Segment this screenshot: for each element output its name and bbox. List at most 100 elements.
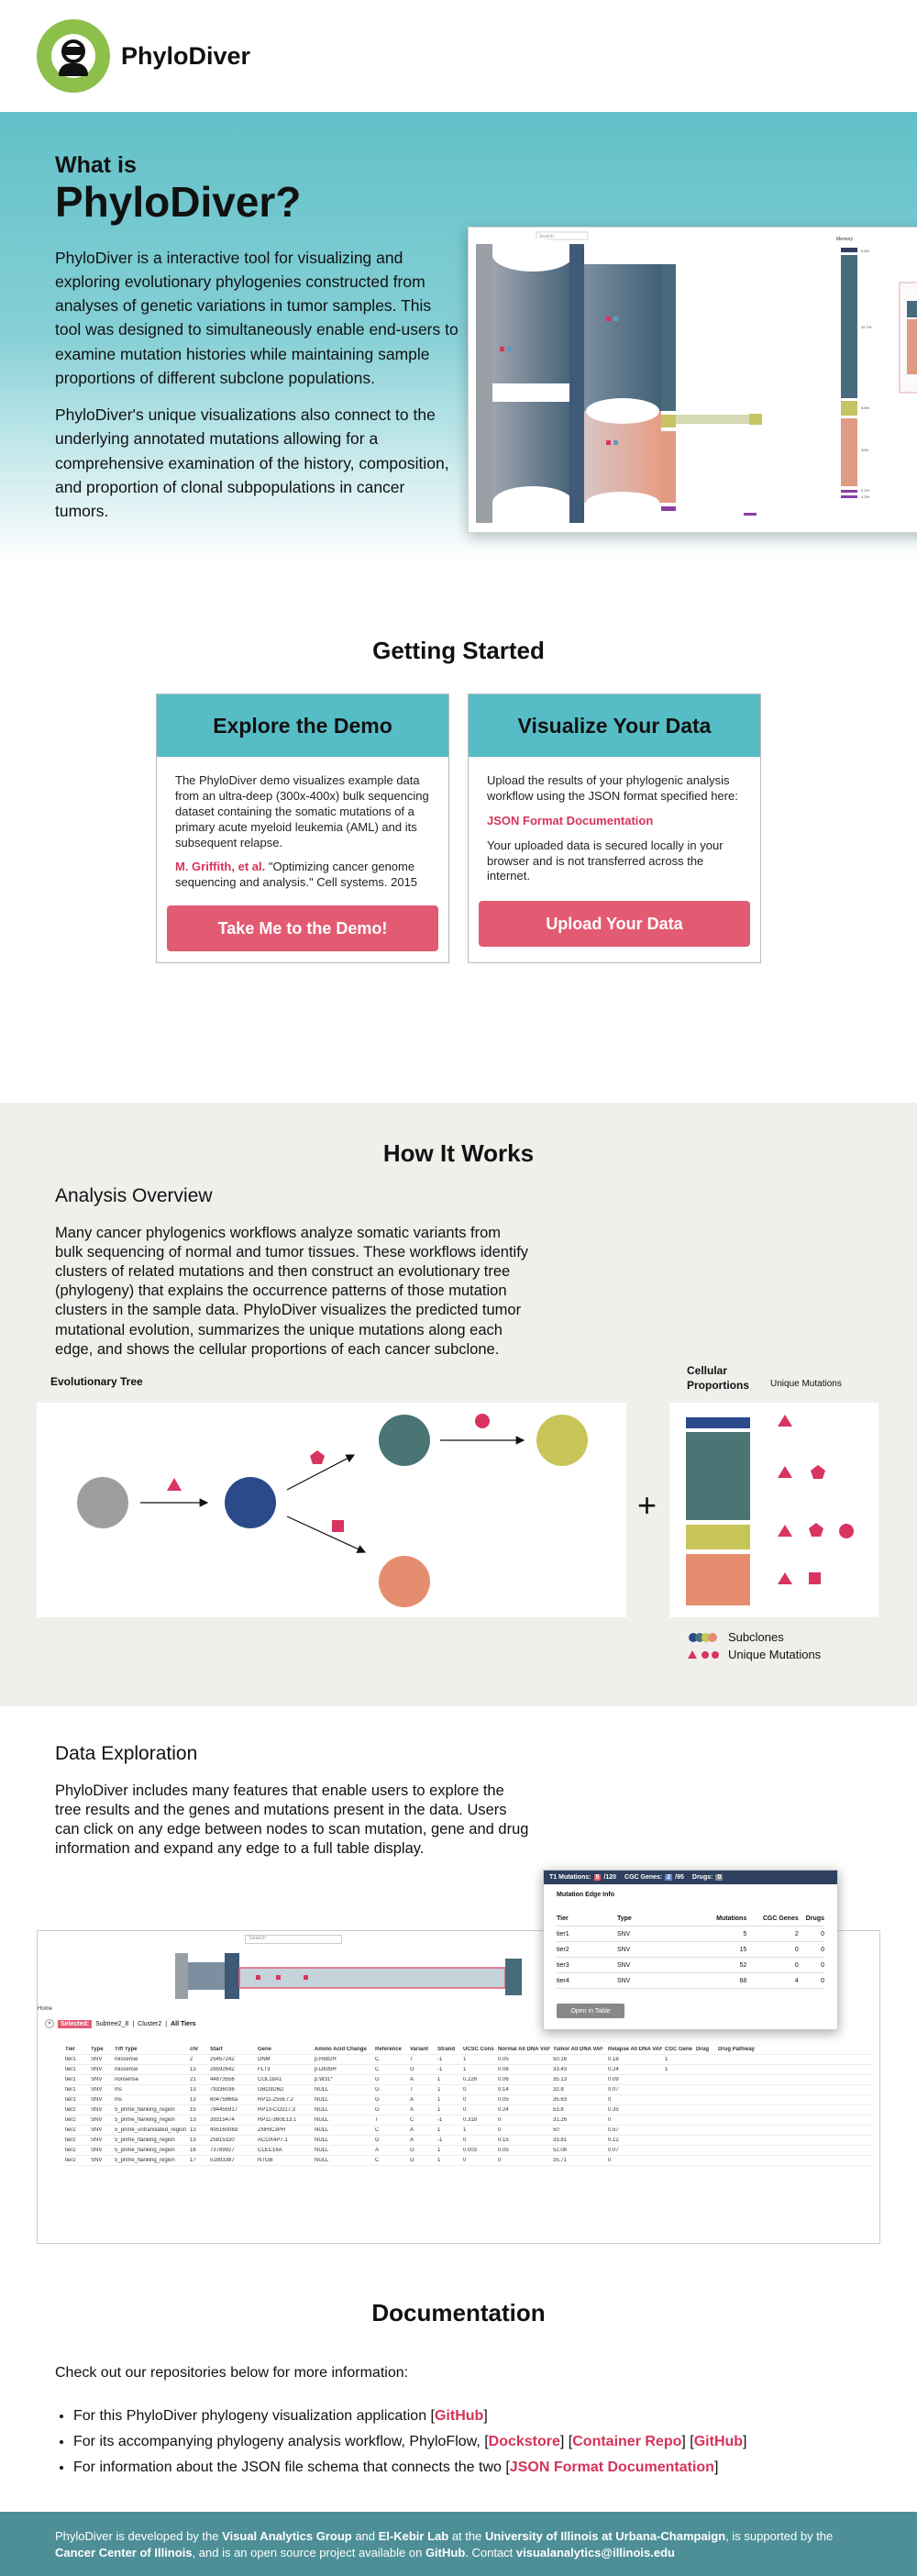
popup-cell: 0	[821, 1961, 825, 1969]
popup-cell: 0	[794, 1946, 799, 1953]
popup-cell: tier3	[557, 1961, 569, 1969]
brand-name[interactable]: PhyloDiver	[121, 42, 250, 71]
table-header-cell: UCSC Cons	[463, 2047, 494, 2052]
table-cell: 0.05	[498, 2148, 509, 2153]
circle-mutation-icon	[475, 1414, 490, 1428]
table-cell: ms	[115, 2087, 122, 2093]
table-row[interactable]: tier2 SNV 5_prime_flanking_region 13 3931547…	[65, 2115, 872, 2126]
table-cell: 25815330	[210, 2137, 235, 2143]
phylodiver-logo-icon[interactable]	[37, 19, 110, 93]
schema-doc-link[interactable]: JSON Format Documentation	[510, 2459, 714, 2475]
table-header-cell: Tier	[65, 2047, 75, 2052]
table-cell: NULL	[315, 2127, 329, 2133]
table-cell: missense	[115, 2057, 138, 2062]
popup-cell: 0	[821, 1977, 825, 1984]
evolutionary-tree-panel	[37, 1403, 626, 1617]
open-in-table-button[interactable]: Open in Table	[557, 2004, 624, 2018]
footer-vag-link[interactable]: Visual Analytics Group	[222, 2529, 352, 2543]
hero-search-placeholder: Search	[539, 234, 554, 239]
table-cell: -1	[437, 2057, 443, 2062]
unique-mutations-label: Unique Mutations	[770, 1379, 842, 1389]
table-cell: 5_prime_flanking_region	[115, 2107, 175, 2113]
table-cell: 0	[463, 2087, 467, 2093]
app-github-link[interactable]: GitHub	[435, 2408, 483, 2424]
table-cell: 0	[608, 2117, 612, 2123]
table-search-input[interactable]: Search	[245, 1935, 342, 1944]
table-cell: A	[410, 2077, 414, 2082]
hero-pct-low1: 5.8%	[861, 405, 870, 410]
json-format-link[interactable]: JSON Format Documentation	[487, 814, 653, 827]
table-cell: 60475966a	[210, 2097, 238, 2103]
footer-uiuc-link[interactable]: University of Illinois at Urbana-Champai…	[485, 2529, 725, 2543]
take-me-to-demo-button[interactable]: Take Me to the Demo!	[167, 905, 438, 951]
table-cell: NULL	[315, 2158, 329, 2163]
table-cell: A	[410, 2137, 414, 2143]
getting-started-section: Getting Started	[0, 561, 917, 1103]
table-row[interactable]: tier1 SNV ms 13 60475966a RP11-255E7.2 NULL G A 1…	[65, 2095, 872, 2105]
table-cell: 0.226	[463, 2077, 478, 2082]
table-row[interactable]: tier1 SNV ms 13 79336036 UBO3D6D NULL G T 1 0 0.14 3…	[65, 2085, 872, 2095]
table-cell: 13	[190, 2137, 196, 2143]
mutation-table: Tier Type Tiff Type chr Start Gene Amino Acid …	[65, 2045, 872, 2166]
table-row[interactable]: tier1 SNV missense 2 25457242 DNM p.R882H C T -1 1…	[65, 2055, 872, 2065]
table-row[interactable]: tier2 SNV 5_prime_flanking_region 13 2581533…	[65, 2136, 872, 2146]
table-header-cell: CGC Gene	[665, 2047, 693, 2052]
table-cell: 13	[190, 2117, 196, 2123]
container-repo-link[interactable]: Container Repo	[572, 2434, 681, 2449]
demo-citation: M. Griffith, et al. "Optimizing cancer g…	[175, 860, 418, 890]
table-row[interactable]: tier2 SNV 5_prime_flanking_region 16 7378992…	[65, 2146, 872, 2156]
table-row[interactable]: tier2 SNV 5_prime_untranslated_region 13 495…	[65, 2126, 872, 2136]
workflow-github-link[interactable]: GitHub	[694, 2434, 743, 2449]
table-cell: 5_prime_flanking_region	[115, 2117, 175, 2123]
table-row[interactable]: tier1 SNV missense 13 28592642 FLT3 p.D835H C G -…	[65, 2065, 872, 2075]
table-cell: T	[410, 2087, 414, 2093]
table-cell: 0.08	[498, 2067, 509, 2072]
breadcrumb: × Selected: Subtree2_8 | Cluster2 | All Ti…	[45, 2019, 196, 2028]
how-legend: Subclones Unique Mutations	[688, 1628, 821, 1663]
table-cell: 51893387	[210, 2158, 235, 2163]
table-cell: 35.13	[553, 2077, 568, 2082]
upload-card: Visualize Your Data Upload the results o…	[468, 694, 761, 963]
table-cell: ZNHIC3PH	[258, 2127, 286, 2133]
table-cell: 0.06	[498, 2077, 509, 2082]
table-row[interactable]: tier2 SNV 5_prime_flanking_region 15 7844559…	[65, 2105, 872, 2115]
crumb-all-tiers[interactable]: All Tiers	[171, 2021, 196, 2027]
popup-cell: Type	[616, 1915, 632, 1922]
demo-citation-link[interactable]: M. Griffith, et al.	[175, 860, 265, 873]
documentation-intro: Check out our repositories below for mor…	[55, 2365, 409, 2381]
popup-cell: Tier	[557, 1915, 569, 1922]
crumb-cluster[interactable]: Cluster2	[138, 2021, 161, 2027]
crumb-subtree[interactable]: Subtree2_8	[95, 2021, 128, 2027]
table-cell: RP11-255E7.2	[258, 2097, 293, 2103]
table-row[interactable]: tier1 SNV nonsense 21 44873556 COL18A1 p.W31* G…	[65, 2075, 872, 2085]
demo-card-text: The PhyloDiver demo visualizes example d…	[175, 773, 429, 849]
table-cell: 1	[437, 2148, 441, 2153]
table-cell: 0.24	[608, 2067, 619, 2072]
footer-github-link[interactable]: GitHub	[425, 2546, 465, 2559]
table-cell: G	[410, 2158, 414, 2163]
table-cell: p.W31*	[315, 2077, 333, 2082]
table-cell: COL18A1	[258, 2077, 282, 2082]
home-link[interactable]: Home	[38, 2006, 52, 2012]
table-cell: 44873556	[210, 2077, 235, 2082]
popup-cell: tier2	[557, 1946, 569, 1953]
popup-cell: Mutations	[716, 1915, 747, 1922]
table-cell: NTGB	[258, 2158, 273, 2163]
close-icon[interactable]: ×	[45, 2019, 54, 2028]
table-cell: G	[375, 2087, 380, 2093]
table-cell: 0	[608, 2097, 612, 2103]
table-cell: 0.318	[463, 2117, 478, 2123]
footer-contact-email[interactable]: visualanalytics@illinois.edu	[516, 2546, 675, 2559]
footer-lab-link[interactable]: El-Kebir Lab	[379, 2529, 449, 2543]
hero-pct-low2: 29%	[861, 448, 868, 452]
table-header-cell: Start	[210, 2047, 223, 2052]
table-row[interactable]: tier2 SNV 5_prime_flanking_region 17 5189338…	[65, 2156, 872, 2166]
table-cell: p.D835H	[315, 2067, 337, 2072]
dockstore-link[interactable]: Dockstore	[489, 2434, 560, 2449]
table-header-cell: Amino Acid Change	[315, 2047, 367, 2052]
table-cell: p.R882H	[315, 2057, 337, 2062]
upload-your-data-button[interactable]: Upload Your Data	[479, 901, 750, 947]
hero-memory-label: Memory	[836, 237, 854, 242]
table-cell: missense	[115, 2067, 138, 2072]
footer-cancer-center-link[interactable]: Cancer Center of Illinois	[55, 2546, 193, 2559]
